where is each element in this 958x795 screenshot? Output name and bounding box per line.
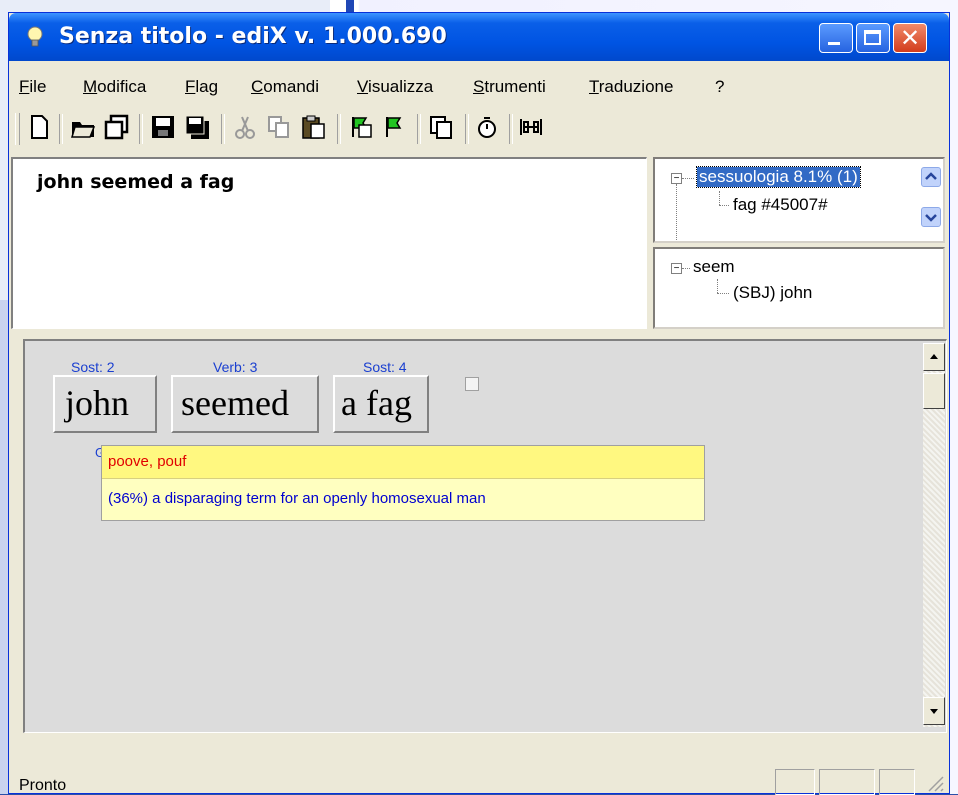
save-all-icon[interactable] <box>183 113 211 141</box>
checkbox[interactable] <box>465 377 479 391</box>
open-icon[interactable] <box>69 113 97 141</box>
title-bar[interactable]: Senza titolo - ediX v. 1.000.690 ✕ <box>9 13 949 61</box>
scroll-down-button[interactable] <box>921 207 941 227</box>
minimize-button[interactable] <box>819 23 853 53</box>
token-a-fag[interactable]: a fag <box>333 375 429 433</box>
token-word: seemed <box>181 383 289 423</box>
maximize-icon <box>864 30 881 45</box>
tree-node-fag[interactable]: fag #45007# <box>733 195 828 215</box>
open-multiple-icon[interactable] <box>103 113 131 141</box>
tooltip-definition: (36%) a disparaging term for an openly h… <box>108 490 486 507</box>
toolbar-separator <box>139 114 143 144</box>
toolbar-grip[interactable] <box>15 113 20 145</box>
toolbar-separator <box>465 114 469 144</box>
editor-text: john seemed a fag <box>37 171 235 193</box>
windows-icon[interactable] <box>427 113 455 141</box>
token-word: a fag <box>341 383 412 423</box>
flag-arrow-icon[interactable] <box>381 113 409 141</box>
toolbar <box>9 109 949 153</box>
arrow-up-icon <box>930 354 938 359</box>
tooltip-synonyms-row: poove, pouf <box>102 446 704 479</box>
minimize-icon <box>828 42 840 45</box>
scroll-down-button[interactable] <box>923 697 945 725</box>
vertical-scrollbar[interactable] <box>923 343 945 727</box>
token-john[interactable]: john <box>53 375 157 433</box>
new-icon[interactable] <box>25 113 53 141</box>
align-icon[interactable] <box>517 113 545 141</box>
menu-help[interactable]: ? <box>715 77 724 97</box>
chevron-up-icon <box>925 172 937 180</box>
scroll-up-button[interactable] <box>923 343 945 371</box>
toolbar-separator <box>221 114 225 144</box>
menu-file[interactable]: File <box>19 77 46 97</box>
tree-connector <box>676 184 677 241</box>
toolbar-separator <box>337 114 341 144</box>
menu-flag[interactable]: Flag <box>185 77 218 97</box>
domain-tree[interactable]: − sessuologia 8.1% (1) fag #45007# ... <box>653 157 945 243</box>
syntax-tree[interactable]: − seem (SBJ) john <box>653 247 945 329</box>
tree-node-partial[interactable]: ... <box>695 233 709 241</box>
tree-connector <box>717 279 718 293</box>
menu-modifica[interactable]: Modifica <box>83 77 146 97</box>
toolbar-separator <box>59 114 63 144</box>
collapse-icon[interactable]: − <box>671 263 682 274</box>
tooltip-synonyms: poove, pouf <box>108 453 187 470</box>
toolbar-separator <box>509 114 513 144</box>
tree-node-sessuologia[interactable]: sessuologia 8.1% (1) <box>696 166 861 188</box>
token-tag: Sost: 4 <box>363 359 407 375</box>
status-pane <box>819 769 875 795</box>
token-tag: Verb: 3 <box>213 359 258 375</box>
tooltip-definition-row: (36%) a disparaging term for an openly h… <box>102 479 704 520</box>
paste-icon[interactable] <box>299 113 327 141</box>
menu-traduzione[interactable]: Traduzione <box>589 77 673 97</box>
cut-icon <box>235 116 255 139</box>
scroll-thumb[interactable] <box>923 373 945 409</box>
tree-node-subject[interactable]: (SBJ) john <box>733 283 812 303</box>
menu-comandi[interactable]: Comandi <box>251 77 319 97</box>
text-editor[interactable]: john seemed a fag <box>11 157 647 329</box>
token-seemed[interactable]: seemed <box>171 375 319 433</box>
status-bar: Pronto <box>9 761 949 795</box>
tree-connector <box>682 268 690 269</box>
tree-connector <box>719 205 729 206</box>
lightbulb-icon <box>27 26 43 47</box>
flag-green-icon[interactable] <box>347 113 375 141</box>
arrow-down-icon <box>930 709 938 714</box>
menu-bar: File Modifica Flag Comandi Visualizza St… <box>9 61 949 103</box>
chevron-down-icon <box>925 214 937 222</box>
resize-grip-icon[interactable] <box>925 775 945 793</box>
window-title: Senza titolo - ediX v. 1.000.690 <box>59 24 447 49</box>
timer-icon[interactable] <box>473 113 501 141</box>
analysis-panel: Sost: 2 john Verb: 3 seemed Sost: 4 a fa… <box>23 339 947 733</box>
collapse-icon[interactable]: − <box>671 173 682 184</box>
gloss-tooltip: poove, pouf (36%) a disparaging term for… <box>101 445 705 521</box>
copy-icon <box>268 116 289 138</box>
status-pane <box>775 769 815 795</box>
tree-connector <box>719 191 720 205</box>
token-word: john <box>65 383 130 423</box>
tree-connector <box>682 178 694 179</box>
tree-connector <box>717 293 729 294</box>
maximize-button[interactable] <box>856 23 890 53</box>
status-text: Pronto <box>19 777 67 794</box>
save-icon[interactable] <box>149 113 177 141</box>
menu-visualizza[interactable]: Visualizza <box>357 77 433 97</box>
toolbar-separator <box>417 114 421 144</box>
close-button[interactable]: ✕ <box>893 23 927 53</box>
app-window: Senza titolo - ediX v. 1.000.690 ✕ File … <box>8 12 950 795</box>
status-pane <box>879 769 915 795</box>
menu-strumenti[interactable]: Strumenti <box>473 77 546 97</box>
scroll-up-button[interactable] <box>921 167 941 187</box>
tree-node-seem[interactable]: seem <box>693 257 735 277</box>
token-tag: Sost: 2 <box>71 359 115 375</box>
close-icon: ✕ <box>900 24 921 52</box>
